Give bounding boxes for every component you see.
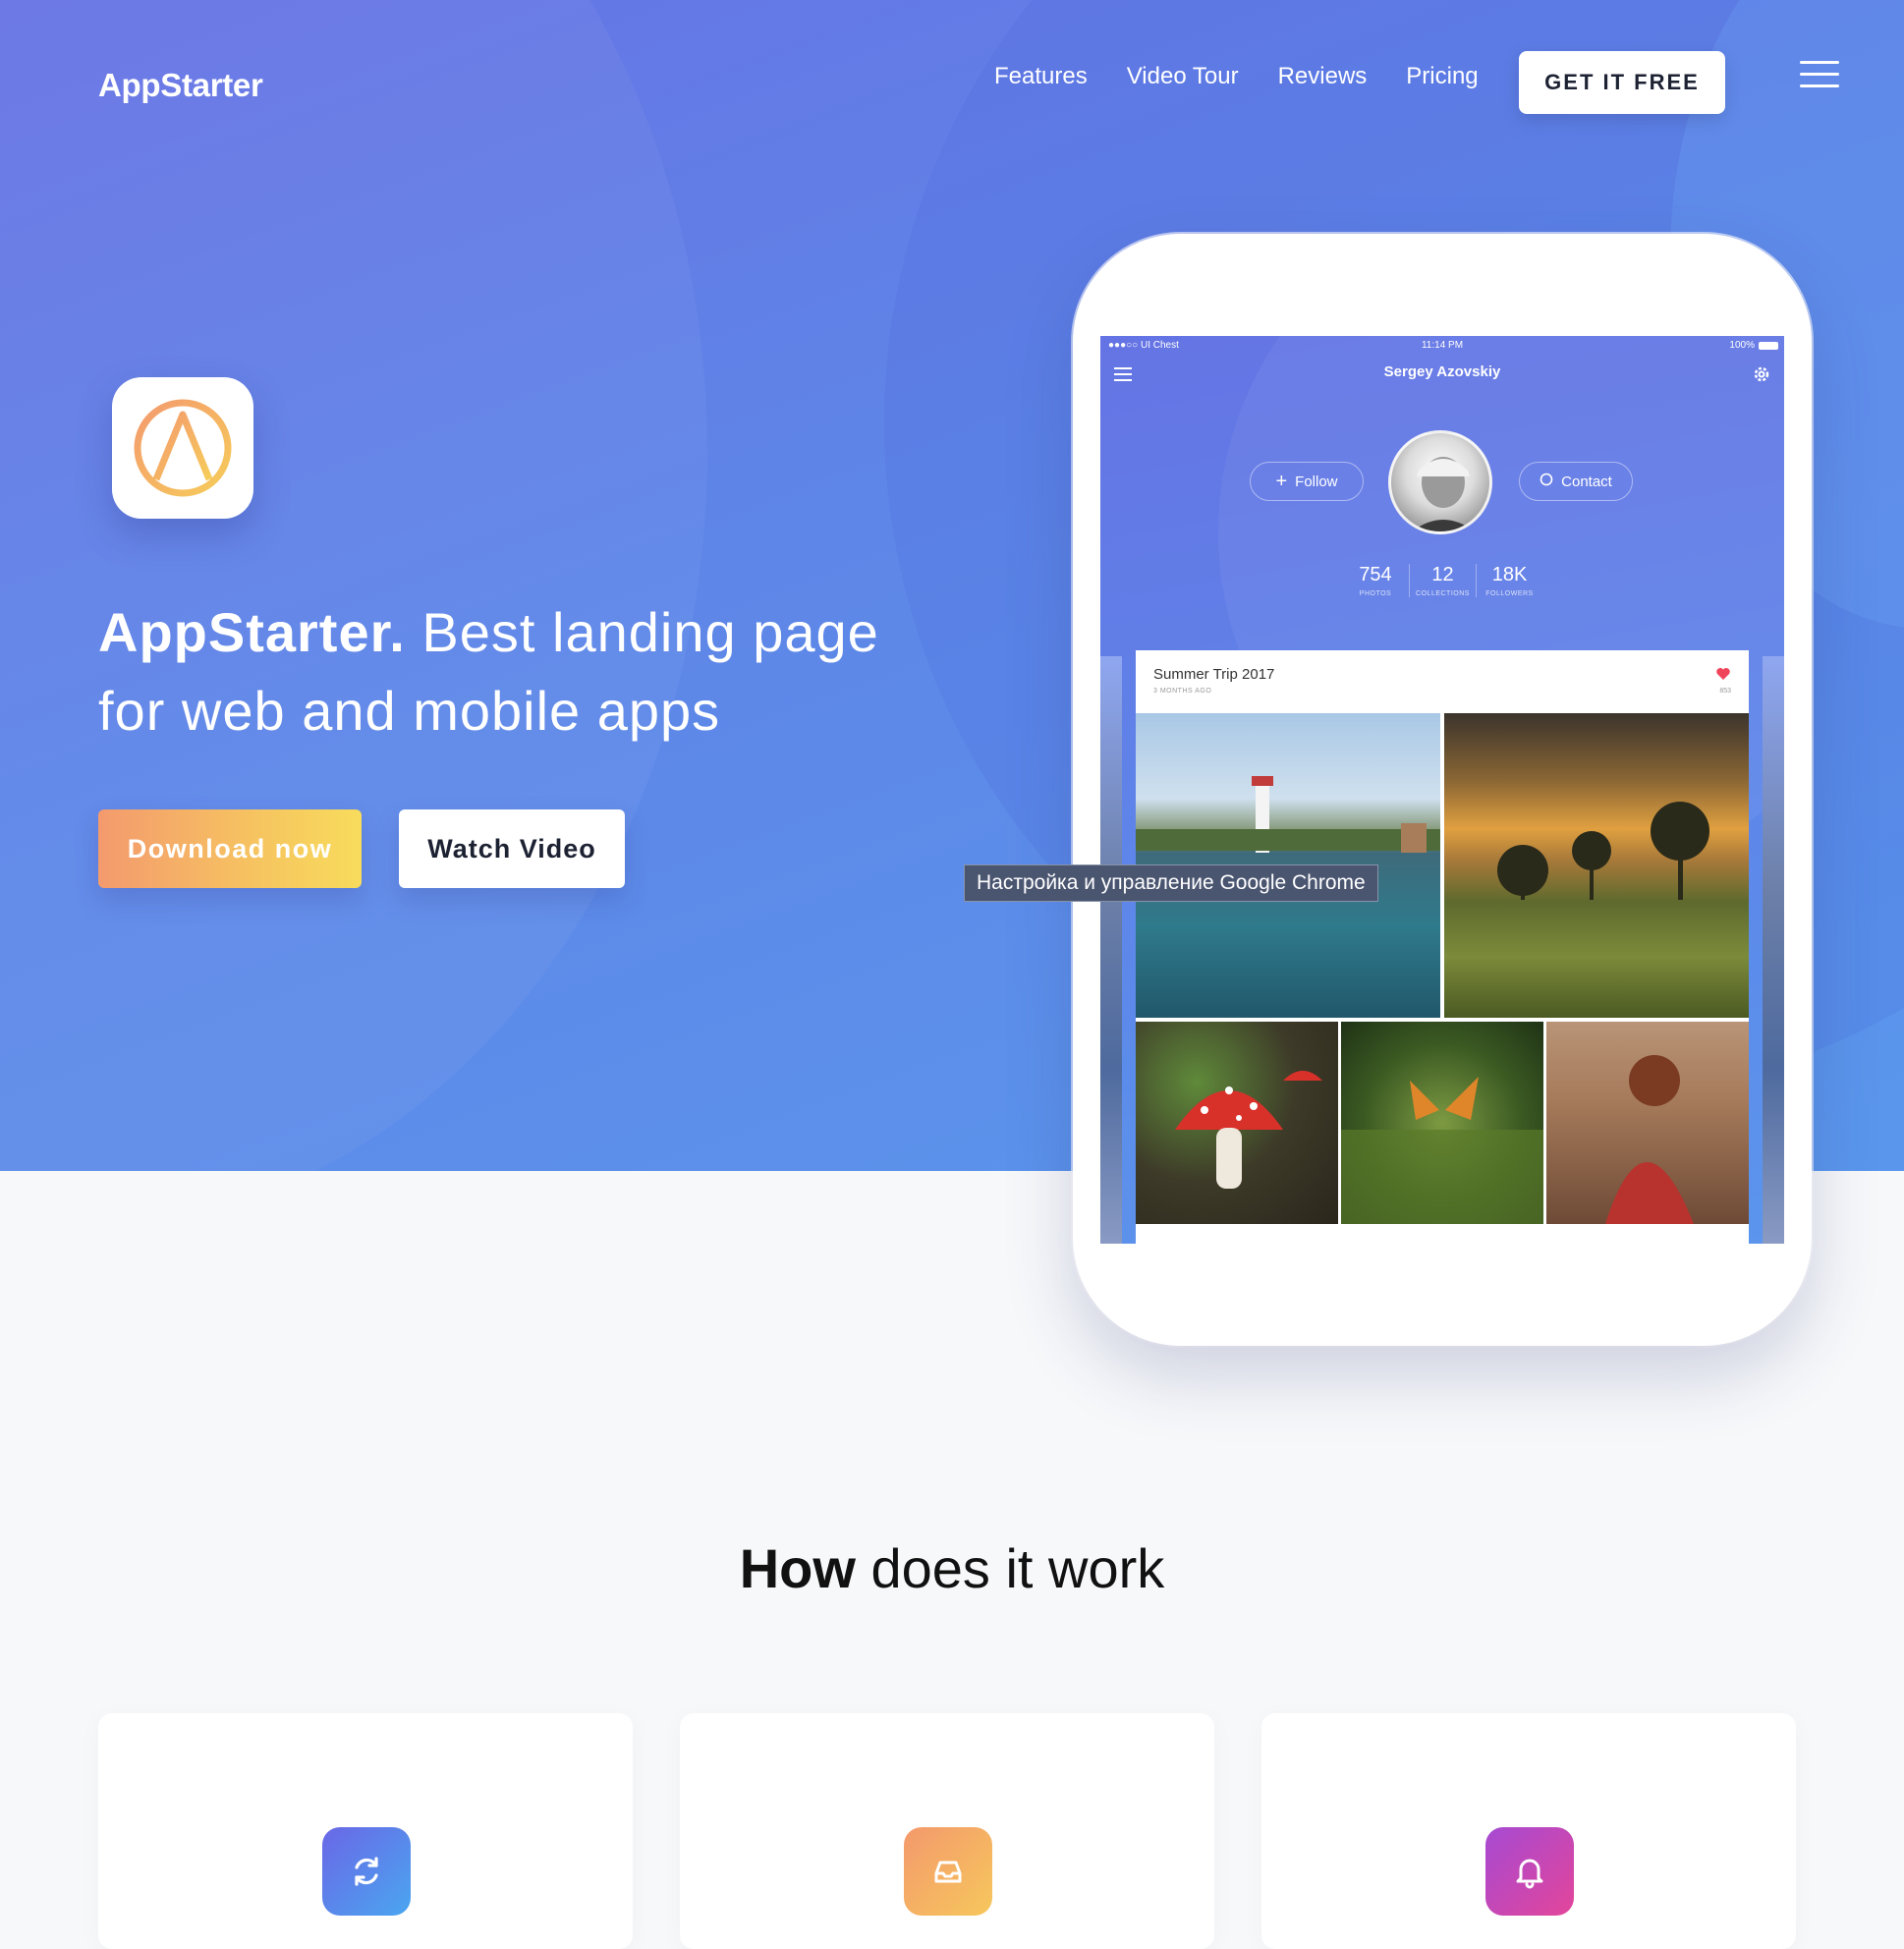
photo-sunset-field [1444, 713, 1749, 1018]
adjacent-card-right [1763, 656, 1784, 1244]
photo-mushroom [1136, 1022, 1338, 1224]
profile-name: Sergey Azovskiy [1383, 363, 1501, 380]
nav-link-reviews[interactable]: Reviews [1278, 63, 1368, 90]
follow-button: + Follow [1250, 462, 1364, 501]
photo-butterfly [1341, 1022, 1543, 1224]
tablet-screen: ●●●○○ UI Chest 11:14 PM 100% Sergey Azov… [1100, 336, 1784, 1244]
how-title-bold: How [739, 1537, 856, 1599]
feature-card-inbox [680, 1713, 1214, 1949]
chat-icon [1540, 473, 1553, 490]
sync-icon [322, 1827, 411, 1916]
appstarter-logo-icon [112, 377, 253, 519]
stat-value: 18K [1491, 564, 1528, 585]
stat-value: 12 [1431, 564, 1454, 585]
contact-label: Contact [1561, 473, 1612, 490]
album-card: Summer Trip 2017 3 MONTHS AGO 853 [1136, 650, 1749, 1244]
stat-label: PHOTOS [1359, 590, 1392, 597]
profile-stats: 754 PHOTOS 12 COLLECTIONS 18K FOLLOWERS [1100, 564, 1784, 597]
stat-collections: 12 COLLECTIONS [1409, 564, 1476, 597]
profile-avatar [1388, 430, 1492, 534]
contact-button: Contact [1519, 462, 1633, 501]
hamburger-icon[interactable] [1800, 61, 1839, 88]
get-it-free-button[interactable]: GET IT FREE [1519, 51, 1725, 114]
site-logo[interactable]: AppStarter [98, 67, 263, 104]
feature-card-notifications [1261, 1713, 1796, 1949]
status-battery: 100% [1729, 340, 1755, 351]
stat-followers: 18K FOLLOWERS [1476, 564, 1542, 597]
bell-icon [1485, 1827, 1574, 1916]
main-nav: Features Video Tour Reviews Pricing [994, 63, 1479, 90]
photo-child [1546, 1022, 1749, 1224]
status-time: 11:14 PM [1421, 340, 1464, 351]
heart-icon [1715, 666, 1731, 682]
follow-label: Follow [1295, 473, 1338, 490]
nav-link-features[interactable]: Features [994, 63, 1088, 90]
settings-gear-icon [1751, 363, 1772, 385]
stat-label: FOLLOWERS [1485, 590, 1534, 597]
status-bar: ●●●○○ UI Chest 11:14 PM 100% [1100, 338, 1784, 356]
battery-icon [1759, 342, 1778, 350]
album-likes: 853 [1719, 688, 1731, 695]
hero-decor-shape [0, 0, 707, 1171]
adjacent-card-left [1100, 656, 1122, 1244]
stat-value: 754 [1359, 564, 1392, 585]
nav-link-video-tour[interactable]: Video Tour [1127, 63, 1239, 90]
hero-headline: AppStarter. Best landing page for web an… [98, 593, 943, 751]
feature-card-sync [98, 1713, 633, 1949]
download-now-button[interactable]: Download now [98, 809, 362, 888]
how-it-works-title: How does it work [0, 1536, 1904, 1600]
how-title-rest: does it work [855, 1537, 1165, 1599]
album-subtitle: 3 MONTHS AGO [1153, 688, 1212, 695]
stat-photos: 754 PHOTOS [1342, 564, 1409, 597]
headline-brand: AppStarter. [98, 601, 406, 663]
watch-video-button[interactable]: Watch Video [399, 809, 625, 888]
nav-link-pricing[interactable]: Pricing [1406, 63, 1478, 90]
album-title: Summer Trip 2017 [1153, 666, 1275, 683]
browser-tooltip: Настройка и управление Google Chrome [964, 864, 1378, 902]
stat-label: COLLECTIONS [1416, 590, 1470, 597]
tablet-mockup: ●●●○○ UI Chest 11:14 PM 100% Sergey Azov… [1073, 234, 1812, 1346]
inbox-icon [904, 1827, 992, 1916]
plus-icon: + [1275, 471, 1288, 492]
